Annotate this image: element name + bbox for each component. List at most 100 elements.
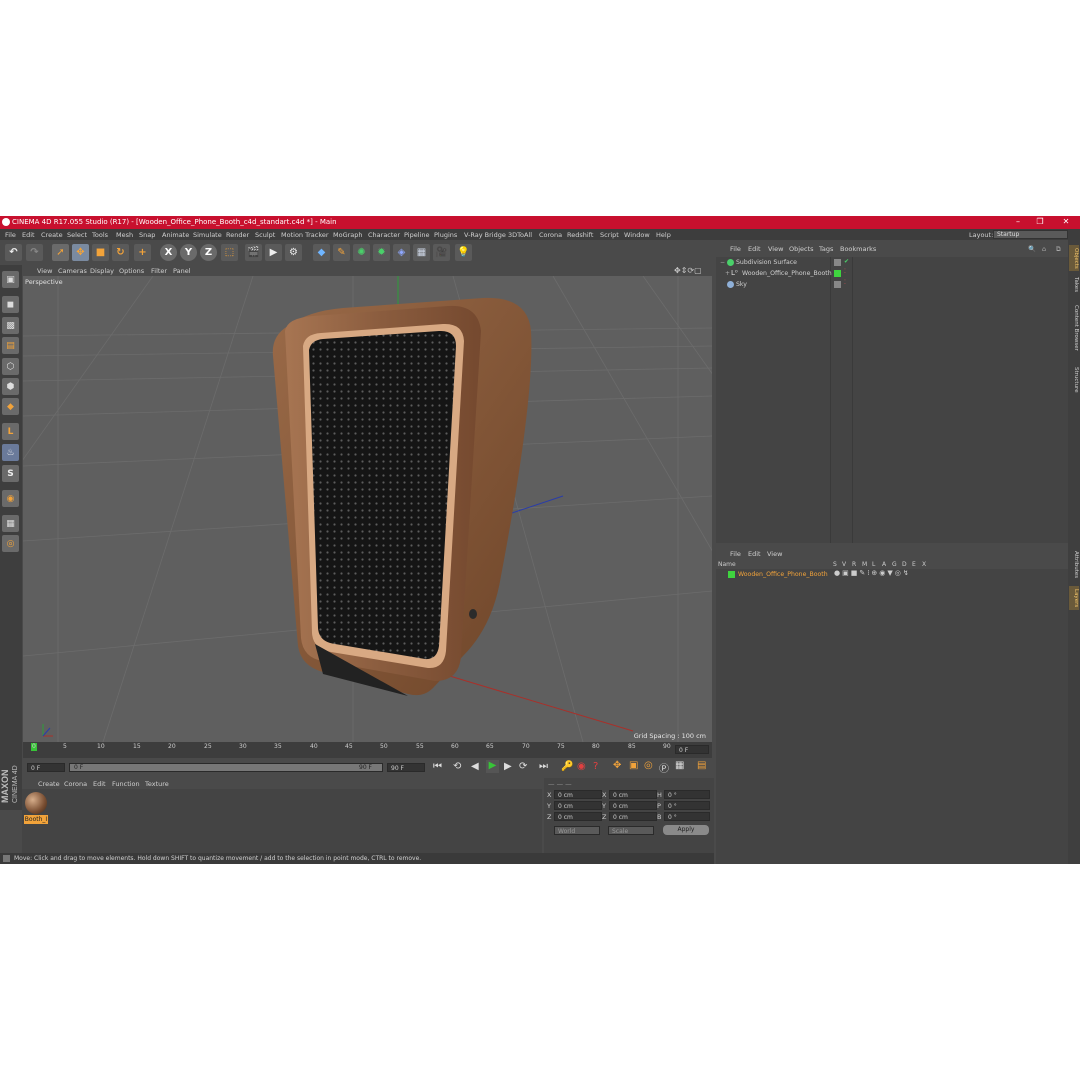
tweak-mode-icon[interactable]: ♨	[2, 444, 19, 461]
viewport-menu-view[interactable]: View	[37, 267, 52, 275]
apply-button[interactable]: Apply	[663, 825, 709, 835]
menu-redshift[interactable]: Redshift	[567, 231, 593, 239]
texture-mode-icon[interactable]: ▩	[2, 317, 19, 334]
material-menu-function[interactable]: Function	[112, 780, 140, 788]
tab-content-browser[interactable]: Content Browser	[1069, 298, 1079, 358]
viewport-menu-panel[interactable]: Panel	[173, 267, 191, 275]
layer-color-icon[interactable]	[834, 270, 841, 277]
snap-icon[interactable]: S	[2, 465, 19, 482]
material-menu-corona[interactable]: Corona	[64, 780, 87, 788]
menu-motion-tracker[interactable]: Motion Tracker	[281, 231, 329, 239]
timeline-window-icon[interactable]: ▤	[697, 760, 706, 771]
home-icon[interactable]: ⌂	[1042, 245, 1046, 253]
visibility-dots-icon[interactable]: ⁚	[844, 279, 846, 286]
key-parameter-icon[interactable]: Ⓟ	[659, 760, 669, 775]
layer-menu-view[interactable]: View	[767, 550, 782, 558]
rotation-p-field[interactable]: 0 °	[664, 801, 710, 810]
menu-simulate[interactable]: Simulate	[193, 231, 222, 239]
key-position-icon[interactable]: ✥	[613, 760, 621, 771]
menu-vray-bridge[interactable]: V-Ray Bridge	[464, 231, 506, 239]
lock-workplane-icon[interactable]: ◉	[2, 490, 19, 507]
layer-tag-icon[interactable]	[834, 281, 841, 288]
material-swatch[interactable]: Booth_I	[24, 791, 48, 826]
tab-objects[interactable]: Objects	[1069, 245, 1079, 271]
tab-takes[interactable]: Takes	[1069, 276, 1079, 294]
render-picture-viewer-icon[interactable]: ▶	[265, 244, 282, 261]
prev-key-icon[interactable]: ⟲	[453, 761, 461, 772]
menu-pipeline[interactable]: Pipeline	[404, 231, 429, 239]
position-y-field[interactable]: 0 cm	[554, 801, 602, 810]
menu-plugins[interactable]: Plugins	[434, 231, 457, 239]
perspective-viewport[interactable]: Perspective Grid Spacing : 100 cm	[23, 276, 712, 742]
object-menu-bookmarks[interactable]: Bookmarks	[840, 245, 876, 253]
move-tool-icon[interactable]: ✥	[72, 244, 89, 261]
redo-icon[interactable]: ↷	[26, 244, 43, 261]
menu-mograph[interactable]: MoGraph	[333, 231, 363, 239]
menu-animate[interactable]: Animate	[162, 231, 189, 239]
enabled-check-icon[interactable]: ✔	[844, 258, 849, 265]
minimize-button[interactable]: –	[1008, 217, 1028, 226]
light-icon[interactable]: 💡	[455, 244, 472, 261]
menu-corona[interactable]: Corona	[539, 231, 562, 239]
render-settings-icon[interactable]: ⚙	[285, 244, 302, 261]
current-frame-field[interactable]: 0 F	[675, 745, 709, 754]
menu-tools[interactable]: Tools	[92, 231, 108, 239]
menu-mesh[interactable]: Mesh	[116, 231, 133, 239]
object-menu-file[interactable]: File	[730, 245, 741, 253]
rotation-h-field[interactable]: 0 °	[664, 790, 710, 799]
deformer-icon[interactable]: ◈	[393, 244, 410, 261]
layer-tag-icon[interactable]	[834, 259, 841, 266]
undo-icon[interactable]: ↶	[5, 244, 22, 261]
subdivision-surface-icon[interactable]: ✺	[353, 244, 370, 261]
layout-select[interactable]: Startup	[993, 230, 1068, 239]
scale-tool-icon[interactable]: ■	[92, 244, 109, 261]
search-icon[interactable]: 🔍	[1028, 245, 1036, 253]
render-view-icon[interactable]: 🎬	[245, 244, 262, 261]
size-x-field[interactable]: 0 cm	[609, 790, 657, 799]
layer-name[interactable]: Wooden_Office_Phone_Booth	[738, 571, 828, 578]
position-x-field[interactable]: 0 cm	[554, 790, 602, 799]
edges-mode-icon[interactable]: ⬢	[2, 378, 19, 395]
layer-toggle-icons[interactable]: ●▣■✎⁞⊕◉▼◎↯	[834, 569, 911, 577]
camera-icon[interactable]: 🎥	[433, 244, 450, 261]
object-menu-objects[interactable]: Objects	[789, 245, 814, 253]
layer-menu-edit[interactable]: Edit	[748, 550, 761, 558]
menu-script[interactable]: Script	[600, 231, 619, 239]
menu-edit[interactable]: Edit	[22, 231, 35, 239]
close-button[interactable]: ✕	[1056, 217, 1076, 226]
key-rotation-icon[interactable]: ◎	[644, 760, 653, 771]
axis-mode-icon[interactable]: L	[2, 423, 19, 440]
menu-render[interactable]: Render	[226, 231, 249, 239]
go-to-start-icon[interactable]: ⏮	[433, 761, 442, 772]
tab-layers[interactable]: Layers	[1069, 586, 1079, 610]
menu-snap[interactable]: Snap	[139, 231, 155, 239]
tab-attributes[interactable]: Attributes	[1069, 547, 1079, 583]
menu-window[interactable]: Window	[624, 231, 650, 239]
soft-selection-icon[interactable]: ◎	[2, 535, 19, 552]
key-scale-icon[interactable]: ▣	[629, 760, 638, 771]
phone-booth-model[interactable]	[272, 297, 532, 696]
material-menu-texture[interactable]: Texture	[145, 780, 169, 788]
polygons-mode-icon[interactable]: ◆	[2, 398, 19, 415]
size-y-field[interactable]: 0 cm	[609, 801, 657, 810]
expand-icon[interactable]: +	[725, 270, 730, 277]
key-pla-icon[interactable]: ▦	[675, 760, 684, 771]
layer-color-swatch[interactable]	[728, 571, 735, 578]
rotate-tool-icon[interactable]: ↻	[112, 244, 129, 261]
object-row[interactable]: + L⁰ Wooden_Office_Phone_Booth ⁚	[716, 268, 1068, 279]
next-key-icon[interactable]: ⟳	[519, 761, 527, 772]
last-tool-icon[interactable]: +	[134, 244, 151, 261]
menu-select[interactable]: Select	[67, 231, 87, 239]
position-z-field[interactable]: 0 cm	[554, 812, 602, 821]
object-menu-edit[interactable]: Edit	[748, 245, 761, 253]
points-mode-icon[interactable]: ⬡	[2, 358, 19, 375]
floor-icon[interactable]: ▦	[413, 244, 430, 261]
keyframe-selection-icon[interactable]: 🔑	[561, 761, 573, 772]
size-z-field[interactable]: 0 cm	[609, 812, 657, 821]
viewport-menu-filter[interactable]: Filter	[151, 267, 167, 275]
material-menu-create[interactable]: Create	[38, 780, 60, 788]
menu-file[interactable]: File	[5, 231, 16, 239]
rotation-b-field[interactable]: 0 °	[664, 812, 710, 821]
record-icon[interactable]: ◉	[577, 761, 586, 772]
cloner-icon[interactable]: ✹	[373, 244, 390, 261]
